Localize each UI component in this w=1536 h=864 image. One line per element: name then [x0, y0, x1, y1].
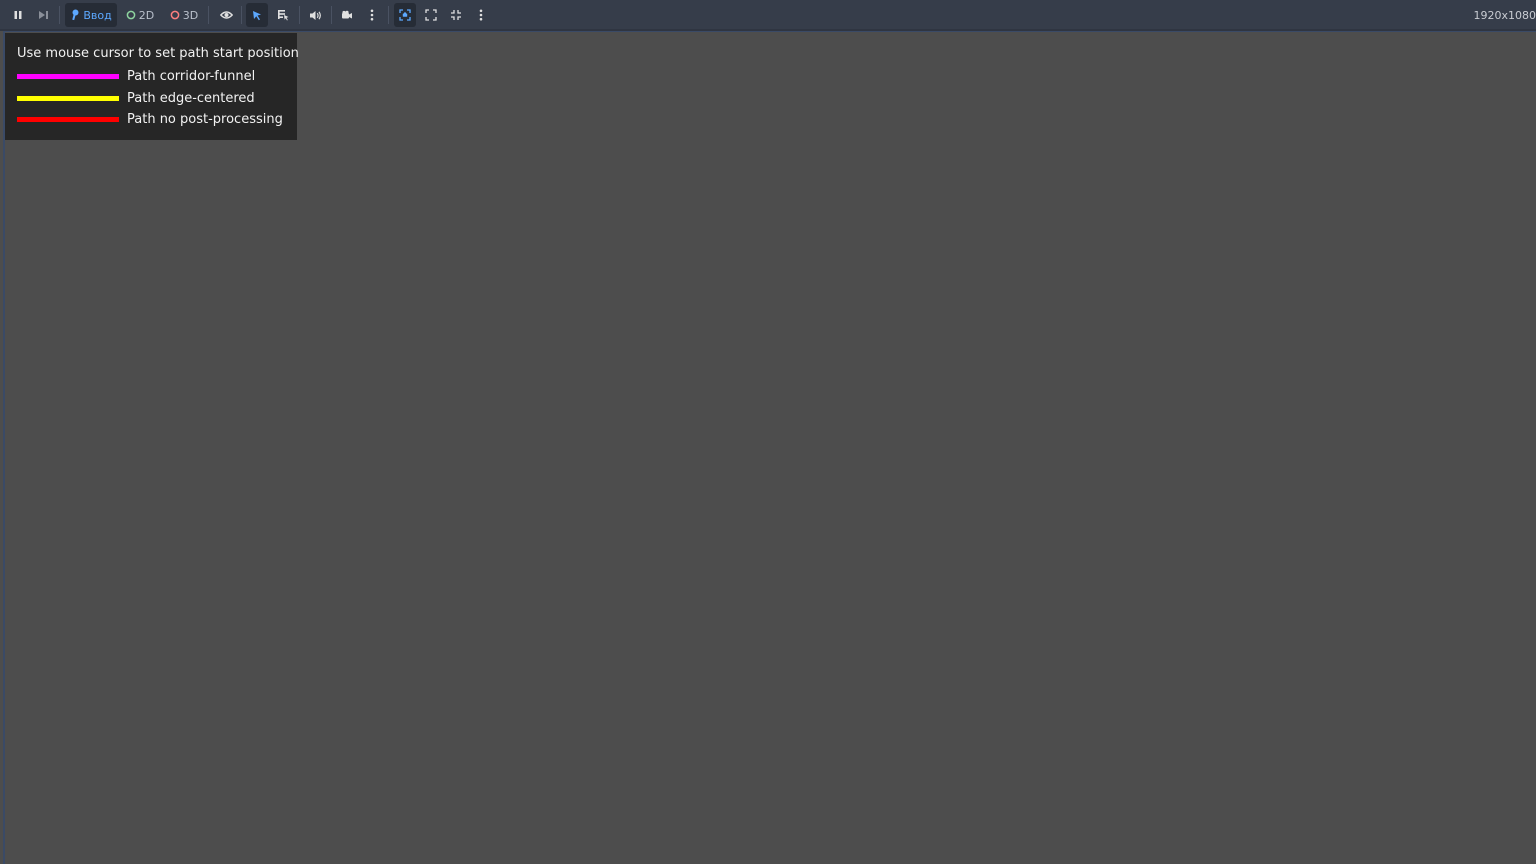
- game-toolbar: Ввод 2D 3D 1920x1080: [0, 0, 1536, 31]
- input-mode-label: Ввод: [83, 8, 112, 22]
- toolbar-separator: [299, 6, 300, 24]
- legend-item-label: Path no post-processing: [127, 111, 283, 127]
- legend-item-corridor-funnel: Path corridor-funnel: [17, 67, 255, 85]
- pause-button[interactable]: [8, 3, 28, 27]
- mode-3d-button[interactable]: 3D: [166, 3, 202, 27]
- legend-item-no-post-processing: Path no post-processing: [17, 110, 283, 128]
- next-frame-icon: [38, 10, 49, 20]
- focus-button[interactable]: [394, 3, 416, 27]
- view-options-button[interactable]: [472, 3, 490, 27]
- mode-2d-button[interactable]: 2D: [122, 3, 158, 27]
- kebab-menu-icon: [370, 9, 374, 21]
- eye-icon: [219, 10, 233, 20]
- expand-icon: [425, 9, 437, 21]
- audio-button[interactable]: [304, 3, 326, 27]
- focus-frame-icon: [399, 9, 411, 21]
- select-button[interactable]: [246, 3, 268, 27]
- legend-swatch: [17, 116, 119, 122]
- game-viewport[interactable]: [3, 31, 1536, 864]
- mode-3d-label: 3D: [182, 8, 199, 22]
- resolution-label: 1920x1080: [1473, 9, 1536, 22]
- speaker-icon: [309, 10, 322, 21]
- 2d-circle-icon: [126, 10, 136, 20]
- visibility-button[interactable]: [215, 3, 237, 27]
- list-select-button[interactable]: [272, 3, 294, 27]
- legend-swatch: [17, 95, 119, 101]
- path-legend-panel: Use mouse cursor to set path start posit…: [5, 33, 299, 140]
- joystick-icon: [70, 9, 80, 21]
- toolbar-separator: [331, 6, 332, 24]
- mode-2d-label: 2D: [138, 8, 155, 22]
- shrink-icon: [450, 9, 462, 21]
- camera-button[interactable]: [336, 3, 358, 27]
- toolbar-separator: [208, 6, 209, 24]
- toolbar-separator: [59, 6, 60, 24]
- legend-item-label: Path corridor-funnel: [127, 68, 256, 84]
- shrink-button[interactable]: [445, 3, 467, 27]
- legend-item-edge-centered: Path edge-centered: [17, 89, 255, 107]
- list-select-icon: [277, 9, 289, 21]
- next-frame-button[interactable]: [33, 3, 53, 27]
- fullscreen-button[interactable]: [420, 3, 442, 27]
- legend-swatch: [17, 73, 119, 79]
- camera-options-button[interactable]: [363, 3, 381, 27]
- 3d-circle-icon: [170, 10, 180, 20]
- camera-icon: [341, 10, 353, 20]
- toolbar-separator: [241, 6, 242, 24]
- kebab-menu-icon: [479, 9, 483, 21]
- pause-icon: [13, 10, 23, 20]
- toolbar-separator: [388, 6, 389, 24]
- legend-item-label: Path edge-centered: [127, 90, 255, 106]
- legend-title: Use mouse cursor to set path start posit…: [17, 46, 299, 61]
- cursor-arrow-icon: [252, 10, 262, 21]
- input-mode-button[interactable]: Ввод: [65, 3, 117, 27]
